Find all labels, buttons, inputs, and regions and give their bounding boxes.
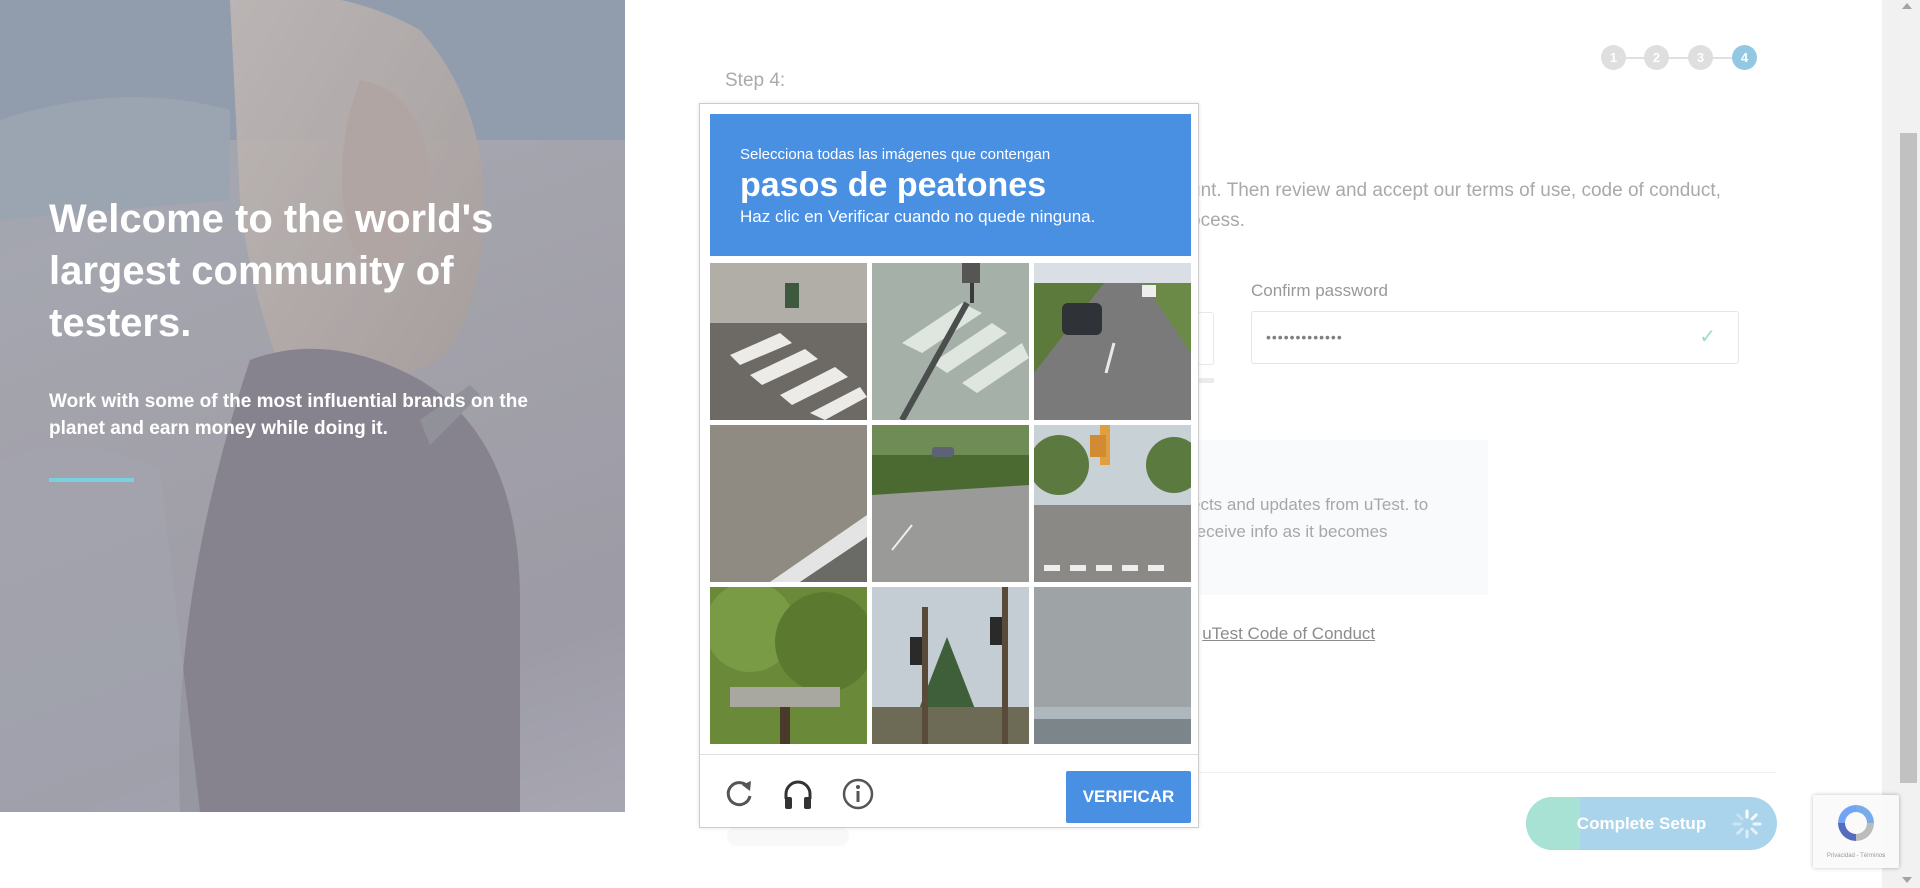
tile-sky[interactable] — [1034, 587, 1191, 744]
verify-button[interactable]: VERIFICAR — [1066, 771, 1191, 823]
scroll-up-arrow-icon[interactable] — [1902, 3, 1912, 9]
scrollbar-thumb[interactable] — [1900, 133, 1917, 783]
tile-tree[interactable] — [710, 587, 867, 744]
tile-intersection-crosswalk[interactable] — [1034, 425, 1191, 582]
captcha-header: Selecciona todas las imágenes que conten… — [710, 114, 1191, 256]
captcha-instruction: Selecciona todas las imágenes que conten… — [740, 146, 1051, 163]
hero-divider — [49, 478, 134, 482]
captcha-footer: VERIFICAR — [700, 754, 1198, 827]
audio-challenge-icon[interactable] — [781, 777, 815, 811]
captcha-tile-grid — [710, 263, 1194, 747]
captcha-hint: Haz clic en Verificar cuando no quede ni… — [740, 207, 1096, 226]
info-icon[interactable] — [841, 777, 875, 811]
scrollbar[interactable] — [1882, 0, 1920, 888]
hero-subtitle: Work with some of the most influential b… — [49, 391, 528, 439]
hero-title: Welcome to the world's largest community… — [49, 197, 494, 345]
tile-crosswalk-street[interactable] — [710, 263, 867, 420]
tile-crosswalk-shadow[interactable] — [872, 263, 1029, 420]
tile-traffic-light[interactable] — [872, 587, 1029, 744]
tile-highway-car[interactable] — [1034, 263, 1191, 420]
tile-curved-road[interactable] — [872, 425, 1029, 582]
captcha-challenge: Selecciona todas las imágenes que conten… — [699, 103, 1199, 828]
tile-pavement[interactable] — [710, 425, 867, 582]
reload-icon[interactable] — [722, 777, 756, 811]
captcha-target: pasos de peatones — [740, 166, 1047, 204]
hero-panel: Welcome to the world's largest community… — [0, 0, 625, 812]
scroll-down-arrow-icon[interactable] — [1902, 877, 1912, 883]
